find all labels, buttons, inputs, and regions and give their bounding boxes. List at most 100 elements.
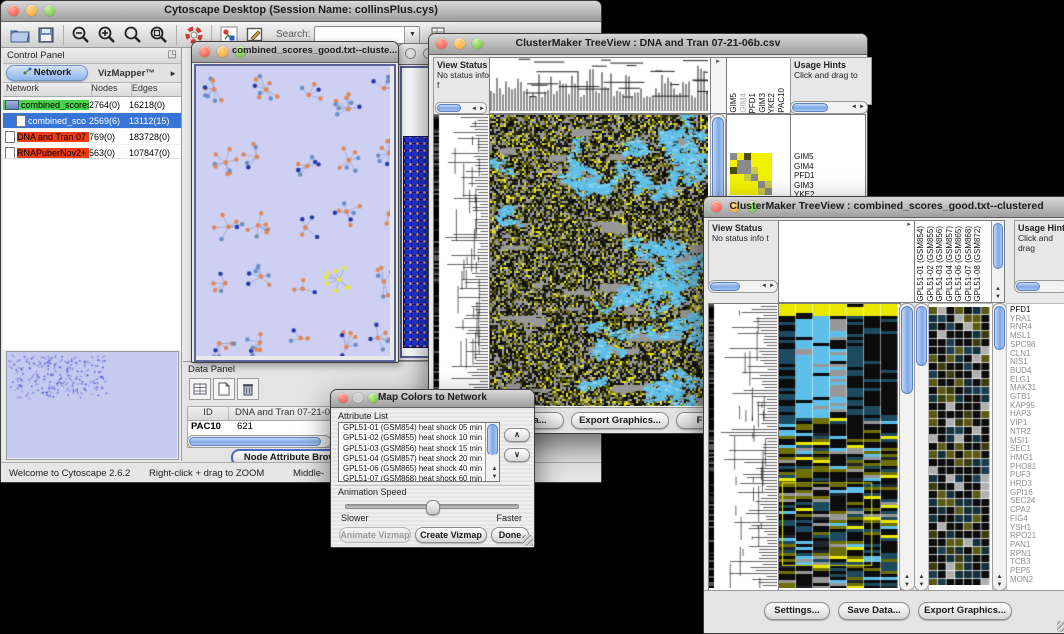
scroll-up-icon[interactable]: ▲	[992, 286, 1004, 293]
treeview1-titlebar[interactable]: ClusterMaker TreeView : DNA and Tran 07-…	[429, 34, 867, 55]
close-button[interactable]	[405, 48, 416, 59]
data-panel-hscrollbar[interactable]	[187, 435, 331, 448]
matrix-cell[interactable]	[737, 188, 744, 195]
tv2-collabel-scrollbar[interactable]: ▲ ▼	[991, 221, 1004, 302]
tv1-row-dendrogram[interactable]	[433, 114, 491, 409]
zoom-out-icon[interactable]	[68, 23, 94, 47]
matrix-cell[interactable]	[730, 181, 737, 188]
scroll-down-icon[interactable]: ▼	[993, 582, 1006, 589]
network-canvas[interactable]	[196, 66, 390, 356]
tv2-usage-scrollbar[interactable]	[1014, 280, 1064, 293]
matrix-cell[interactable]	[730, 160, 737, 167]
settings-button[interactable]: Settings...	[764, 602, 830, 620]
attribute-item[interactable]: GPL51-04 (GSM857) heat shock 20 min	[341, 454, 499, 464]
scroll-down-icon[interactable]: ▼	[915, 582, 928, 589]
move-up-button[interactable]: ∧	[504, 428, 530, 442]
export-graphics-button[interactable]: Export Graphics...	[918, 602, 1012, 620]
network-row[interactable]: combined_scores 2764(0) 16218(0)	[3, 97, 181, 113]
attribute-listbox[interactable]: GPL51-01 (GSM854) heat shock 05 minGPL51…	[338, 422, 500, 482]
dialog-titlebar[interactable]: Map Colors to Network	[331, 390, 534, 408]
matrix-cell[interactable]	[730, 167, 737, 174]
tv2-column-dendrogram[interactable]: ►	[778, 220, 915, 303]
matrix-cell[interactable]	[730, 153, 737, 160]
tv2-zoom-heatmap[interactable]	[928, 303, 993, 591]
column-label[interactable]: GPL51-08 (GSM872)	[974, 226, 983, 302]
animation-speed-slider[interactable]	[345, 504, 519, 509]
open-session-icon[interactable]	[7, 23, 33, 47]
matrix-cell[interactable]	[744, 153, 751, 160]
create-vizmap-button[interactable]: Create Vizmap	[415, 527, 487, 543]
matrix-cell[interactable]	[737, 181, 744, 188]
tv2-column-labels[interactable]: GPL51-01 (GSM854)GPL51-02 (GSM855)GPL51-…	[914, 220, 1005, 303]
collapse-arrow-icon[interactable]: ►	[906, 222, 912, 228]
matrix-cell[interactable]	[758, 153, 765, 160]
matrix-cell[interactable]	[744, 181, 751, 188]
float-panel-icon[interactable]: ◳	[168, 49, 177, 60]
scroll-left-icon[interactable]: ◄	[471, 104, 477, 114]
matrix-cell[interactable]	[758, 174, 765, 181]
column-label[interactable]: GIM4	[740, 93, 749, 113]
matrix-cell[interactable]	[737, 153, 744, 160]
matrix-cell[interactable]	[758, 188, 765, 195]
tv1-heatmap[interactable]	[489, 114, 711, 409]
matrix-cell[interactable]	[765, 188, 772, 195]
column-label[interactable]: GIM5	[730, 93, 739, 113]
resize-grip[interactable]	[1057, 621, 1064, 632]
collapse-arrow-icon[interactable]: ►	[715, 59, 721, 65]
gene-label[interactable]: PFD1	[794, 171, 865, 181]
matrix-cell[interactable]	[751, 153, 758, 160]
matrix-cell[interactable]	[730, 174, 737, 181]
matrix-cell[interactable]	[758, 167, 765, 174]
move-down-button[interactable]: ∨	[504, 448, 530, 462]
birdseye-canvas[interactable]	[7, 352, 177, 458]
tv2-heatmap-vscrollbar[interactable]: ▲ ▼	[899, 303, 915, 591]
gene-label[interactable]: MON2	[1010, 576, 1064, 585]
matrix-cell[interactable]	[737, 160, 744, 167]
scroll-left-icon[interactable]: ◄	[761, 283, 767, 289]
tv2-zoom-left-scrollbar[interactable]: ▲ ▼	[914, 303, 929, 591]
tabs-overflow-button[interactable]: ►	[169, 69, 177, 78]
tv1-usage-scrollbar[interactable]: ◄ ►	[790, 101, 868, 114]
column-label[interactable]: GPL51-02 (GSM855)	[927, 226, 936, 302]
column-label[interactable]: GPL51-03 (GSM856)	[936, 226, 945, 302]
column-label[interactable]: GPL51-01 (GSM854)	[917, 226, 926, 302]
attribute-item[interactable]: GPL51-01 (GSM854) heat shock 05 min	[341, 423, 499, 433]
network-row-selected[interactable]: combined_sco 2569(6) 13112(15)	[3, 113, 181, 129]
tab-vizmapper[interactable]: VizMapper™	[98, 68, 155, 79]
matrix-cell[interactable]	[765, 167, 772, 174]
correlation-matrix[interactable]	[730, 153, 772, 195]
tv1-status-scrollbar[interactable]: ◄ ►	[435, 102, 487, 114]
matrix-cell[interactable]	[737, 167, 744, 174]
minimize-button[interactable]	[217, 46, 228, 57]
tv2-zoom-right-scrollbar[interactable]: ▲ ▼	[992, 303, 1007, 591]
birdseye-view[interactable]	[6, 351, 179, 460]
column-label[interactable]: GPL51-06 (GSM865)	[955, 226, 964, 302]
column-label[interactable]: GIM3	[759, 93, 768, 113]
scroll-left-icon[interactable]: ◄	[851, 104, 857, 110]
tv2-row-dendrogram[interactable]	[708, 303, 780, 591]
main-titlebar[interactable]: Cytoscape Desktop (Session Name: collins…	[1, 1, 601, 22]
matrix-cell[interactable]	[751, 167, 758, 174]
scroll-up-icon[interactable]: ▲	[900, 574, 914, 581]
animate-vizmap-button[interactable]: Animate Vizmap	[339, 527, 411, 543]
delete-attribute-icon[interactable]	[237, 378, 259, 400]
gene-label[interactable]: GIM4	[794, 162, 865, 172]
scroll-down-icon[interactable]: ▼	[488, 474, 499, 481]
zoom-fit-icon[interactable]	[146, 23, 172, 47]
matrix-cell[interactable]	[737, 174, 744, 181]
matrix-cell[interactable]	[744, 188, 751, 195]
column-label[interactable]: GPL51-04 (GSM857)	[946, 226, 955, 302]
column-label[interactable]: GPL51-07 (GSM868)	[965, 226, 974, 302]
close-button[interactable]	[199, 46, 210, 57]
matrix-cell[interactable]	[751, 188, 758, 195]
scroll-right-icon[interactable]: ►	[859, 104, 865, 110]
save-session-icon[interactable]	[33, 23, 59, 47]
scroll-up-icon[interactable]: ▲	[993, 574, 1006, 581]
attribute-item[interactable]: GPL51-02 (GSM855) heat shock 10 min	[341, 433, 499, 443]
attribute-select-icon[interactable]	[189, 378, 211, 400]
network-row[interactable]: DNA and Tran 07 769(0) 183728(0)	[3, 129, 181, 145]
column-label[interactable]: YKE2	[768, 93, 777, 113]
scroll-down-icon[interactable]: ▼	[992, 294, 1004, 301]
tv1-column-dendrogram[interactable]	[489, 57, 711, 114]
tab-network[interactable]: Network	[6, 65, 88, 81]
